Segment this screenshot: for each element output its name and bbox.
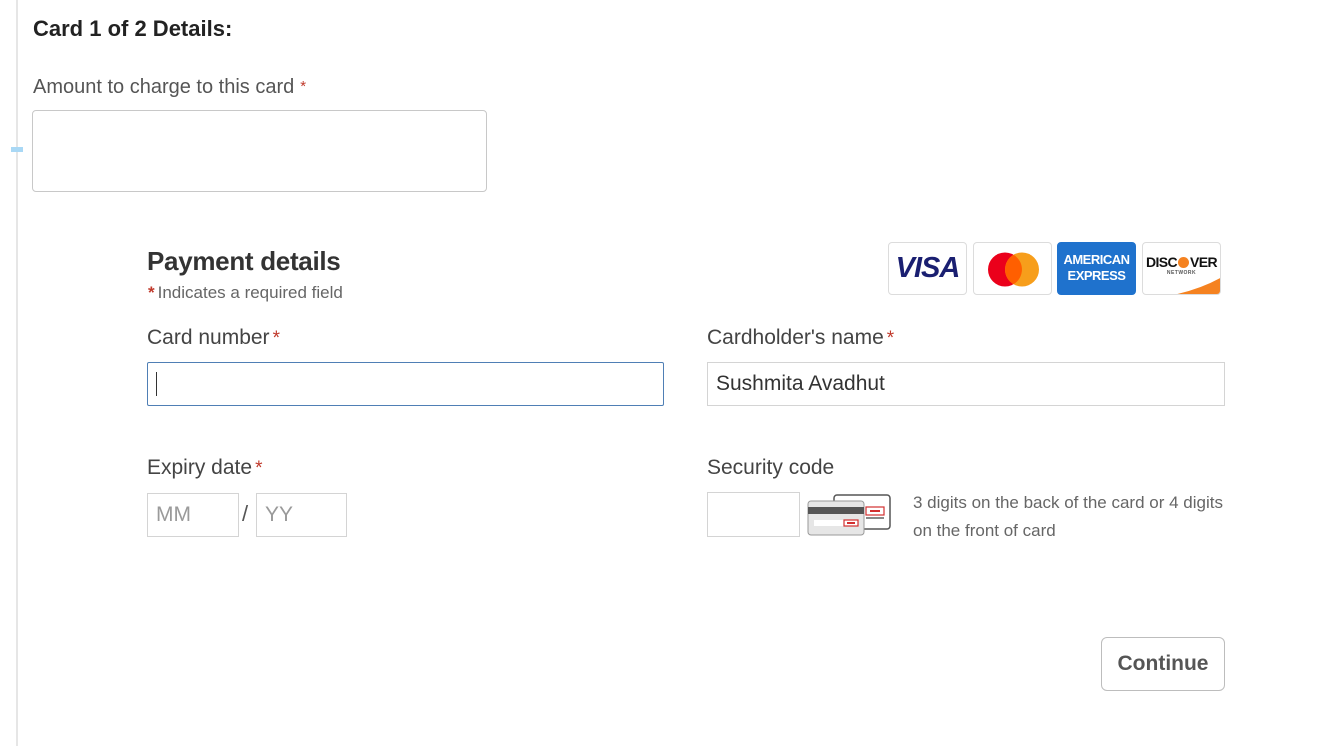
left-border-line [16,0,18,746]
expiry-separator: / [242,501,249,526]
card-details-heading: Card 1 of 2 Details: [33,16,233,41]
required-asterisk: * [272,328,280,349]
expiry-date-label-text: Expiry date [147,456,253,479]
expiry-date-label: Expiry date * [147,456,262,480]
decorative-dash [11,147,23,152]
payment-page: Card 1 of 2 Details: Amount to charge to… [0,0,1326,746]
required-note-text: Indicates a required field [157,283,343,302]
amount-input[interactable] [32,110,487,192]
expiry-month-input[interactable] [147,493,239,537]
required-asterisk: * [300,78,307,95]
continue-button[interactable]: Continue [1101,637,1225,691]
amount-label-text: Amount to charge to this card [33,76,295,98]
card-number-label: Card number * [147,326,280,350]
required-field-note: * Indicates a required field [148,283,343,303]
required-asterisk: * [886,328,895,349]
card-security-code-icon [807,494,891,536]
amex-line-1: AMERICAN [1063,252,1130,267]
expiry-year-input[interactable] [256,493,347,537]
amex-text: AMERICAN EXPRESS [1058,252,1135,284]
discover-logo: DISC VER NETWORK [1142,242,1221,295]
mastercard-logo [973,242,1052,295]
mastercard-icon [988,252,1039,287]
visa-text: VISA [895,252,961,284]
cardholder-name-label-text: Cardholder's name [707,326,884,349]
security-code-input[interactable] [707,492,800,537]
amex-logo: AMERICAN EXPRESS [1057,242,1136,295]
amex-line-2: EXPRESS [1067,268,1126,283]
card-number-label-text: Card number [147,326,270,349]
card-number-input[interactable] [147,362,664,406]
amount-label: Amount to charge to this card * [33,76,306,99]
security-code-hint: 3 digits on the back of the card or 4 di… [913,493,1223,540]
security-code-label: Security code [707,456,835,479]
discover-swoosh-icon [1177,278,1220,294]
required-asterisk: * [148,283,155,302]
required-asterisk: * [255,458,263,479]
cardholder-name-input[interactable] [707,362,1225,406]
text-cursor [156,372,157,396]
payment-details-heading: Payment details [147,246,341,276]
visa-logo: VISA [888,242,967,295]
cardholder-name-label: Cardholder's name * [707,326,894,350]
